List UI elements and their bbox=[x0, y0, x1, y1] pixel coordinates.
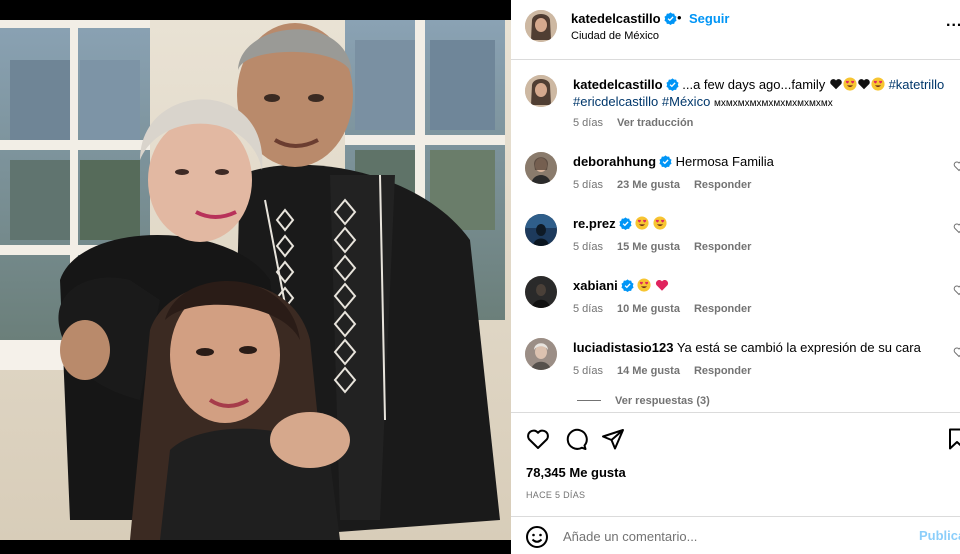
post-location[interactable]: Ciudad de México bbox=[571, 30, 659, 42]
post-header: katedelcastillo • Seguir Ciudad de Méxic… bbox=[511, 0, 960, 60]
heart-eyes-emoji-icon bbox=[653, 216, 667, 230]
comment-likes[interactable]: 10 Me gusta bbox=[617, 303, 680, 315]
comment-text: Ya está se cambió la expresión de su car… bbox=[676, 340, 921, 355]
verified-badge-icon bbox=[621, 279, 634, 292]
like-comment-icon[interactable] bbox=[953, 346, 960, 358]
comment-text: Hermosa Familia bbox=[675, 154, 774, 169]
comment-time[interactable]: 5 días bbox=[573, 179, 603, 191]
hashtag-mexico[interactable]: #México bbox=[662, 94, 710, 109]
caption-username[interactable]: katedelcastillo bbox=[573, 77, 663, 92]
emoji-picker-icon[interactable] bbox=[525, 525, 549, 549]
commenter-avatar[interactable] bbox=[525, 214, 557, 246]
post-date[interactable]: HACE 5 DÍAS bbox=[526, 490, 585, 500]
comment-item: xabiani 5 días 10 Me gusta Responder bbox=[511, 276, 960, 338]
heart-eyes-emoji-icon bbox=[843, 77, 857, 91]
comment-username[interactable]: re.prez bbox=[573, 216, 616, 231]
comment-meta: 5 días 14 Me gusta Responder bbox=[573, 365, 751, 377]
comment-item: luciadistasio123 Ya está se cambió la ex… bbox=[511, 338, 960, 400]
caption-time[interactable]: 5 días bbox=[573, 117, 603, 129]
red-heart-emoji-icon bbox=[655, 279, 669, 291]
replies-divider bbox=[577, 400, 601, 401]
add-comment-input[interactable] bbox=[563, 526, 893, 546]
hashtag-ericdelcastillo[interactable]: #ericdelcastillo bbox=[573, 94, 658, 109]
commenter-avatar[interactable] bbox=[525, 276, 557, 308]
comment-meta: 5 días 15 Me gusta Responder bbox=[573, 241, 751, 253]
comments-list[interactable]: katedelcastillo ...a few days ago...fami… bbox=[511, 61, 960, 411]
view-replies-button[interactable]: Ver respuestas (3) bbox=[577, 395, 710, 407]
caption-meta: 5 días Ver traducción bbox=[573, 117, 693, 129]
see-translation-button[interactable]: Ver traducción bbox=[617, 117, 693, 129]
post-photo[interactable] bbox=[0, 0, 511, 554]
like-heart-icon[interactable] bbox=[526, 427, 550, 451]
like-comment-icon[interactable] bbox=[953, 284, 960, 296]
more-options-icon[interactable]: ... bbox=[946, 13, 960, 31]
comment-username[interactable]: luciadistasio123 bbox=[573, 340, 673, 355]
reply-button[interactable]: Responder bbox=[694, 179, 751, 191]
comment-username[interactable]: xabiani bbox=[573, 278, 618, 293]
verified-badge-icon bbox=[659, 155, 672, 168]
commenter-avatar[interactable] bbox=[525, 152, 557, 184]
author-username-text[interactable]: katedelcastillo bbox=[571, 11, 661, 26]
like-comment-icon[interactable] bbox=[953, 222, 960, 234]
save-bookmark-icon[interactable] bbox=[945, 427, 960, 451]
comment-body: re.prez bbox=[573, 216, 667, 231]
caption-body: ...a few days ago...family bbox=[682, 77, 826, 92]
publish-comment-button[interactable]: Publica bbox=[919, 528, 960, 543]
comment-body: xabiani bbox=[573, 278, 669, 293]
separator-dot: • bbox=[677, 10, 682, 25]
heart-eyes-emoji-icon bbox=[635, 216, 649, 230]
reply-button[interactable]: Responder bbox=[694, 241, 751, 253]
follow-button[interactable]: Seguir bbox=[689, 11, 729, 26]
share-paper-plane-icon[interactable] bbox=[601, 427, 625, 451]
comment-meta: 5 días 10 Me gusta Responder bbox=[573, 303, 751, 315]
comment-bubble-icon[interactable] bbox=[564, 427, 588, 451]
reply-button[interactable]: Responder bbox=[694, 303, 751, 315]
caption-trailing-text: мхмхмхмхмхмхмхмхмхмх bbox=[713, 98, 833, 109]
verified-badge-icon bbox=[619, 217, 632, 230]
comment-likes[interactable]: 14 Me gusta bbox=[617, 365, 680, 377]
post-detail-panel: katedelcastillo • Seguir Ciudad de Méxic… bbox=[511, 0, 960, 554]
like-comment-icon[interactable] bbox=[953, 160, 960, 172]
commenter-avatar[interactable] bbox=[525, 338, 557, 370]
comment-likes[interactable]: 15 Me gusta bbox=[617, 241, 680, 253]
post-actions: 78,345 Me gusta HACE 5 DÍAS bbox=[511, 412, 960, 516]
black-heart-emoji-icon bbox=[858, 79, 870, 90]
comment-time[interactable]: 5 días bbox=[573, 241, 603, 253]
verified-badge-icon bbox=[664, 12, 677, 25]
comment-item: deborahhung Hermosa Familia 5 días 23 Me … bbox=[511, 152, 960, 214]
author-avatar[interactable] bbox=[525, 10, 557, 42]
comment-time[interactable]: 5 días bbox=[573, 365, 603, 377]
comment-meta: 5 días 23 Me gusta Responder bbox=[573, 179, 751, 191]
view-replies-label[interactable]: Ver respuestas (3) bbox=[615, 395, 710, 407]
likes-count[interactable]: 78,345 Me gusta bbox=[526, 465, 626, 480]
heart-eyes-emoji-icon bbox=[637, 278, 651, 292]
hashtag-katetrillo[interactable]: #katetrillo bbox=[889, 77, 945, 92]
verified-badge-icon bbox=[666, 78, 679, 91]
comment-body: luciadistasio123 Ya está se cambió la ex… bbox=[573, 340, 921, 355]
family-photo-image bbox=[0, 0, 511, 554]
comment-time[interactable]: 5 días bbox=[573, 303, 603, 315]
caption-avatar[interactable] bbox=[525, 75, 557, 107]
comment-username[interactable]: deborahhung bbox=[573, 154, 656, 169]
caption-text: katedelcastillo ...a few days ago...fami… bbox=[573, 76, 948, 112]
black-heart-emoji-icon bbox=[830, 79, 842, 90]
comment-body: deborahhung Hermosa Familia bbox=[573, 154, 774, 169]
heart-eyes-emoji-icon bbox=[871, 77, 885, 91]
comment-composer: Publica bbox=[511, 516, 960, 554]
comment-item: re.prez 5 días 15 Me gusta Responder bbox=[511, 214, 960, 276]
comment-likes[interactable]: 23 Me gusta bbox=[617, 179, 680, 191]
author-username[interactable]: katedelcastillo bbox=[571, 11, 677, 26]
reply-button[interactable]: Responder bbox=[694, 365, 751, 377]
